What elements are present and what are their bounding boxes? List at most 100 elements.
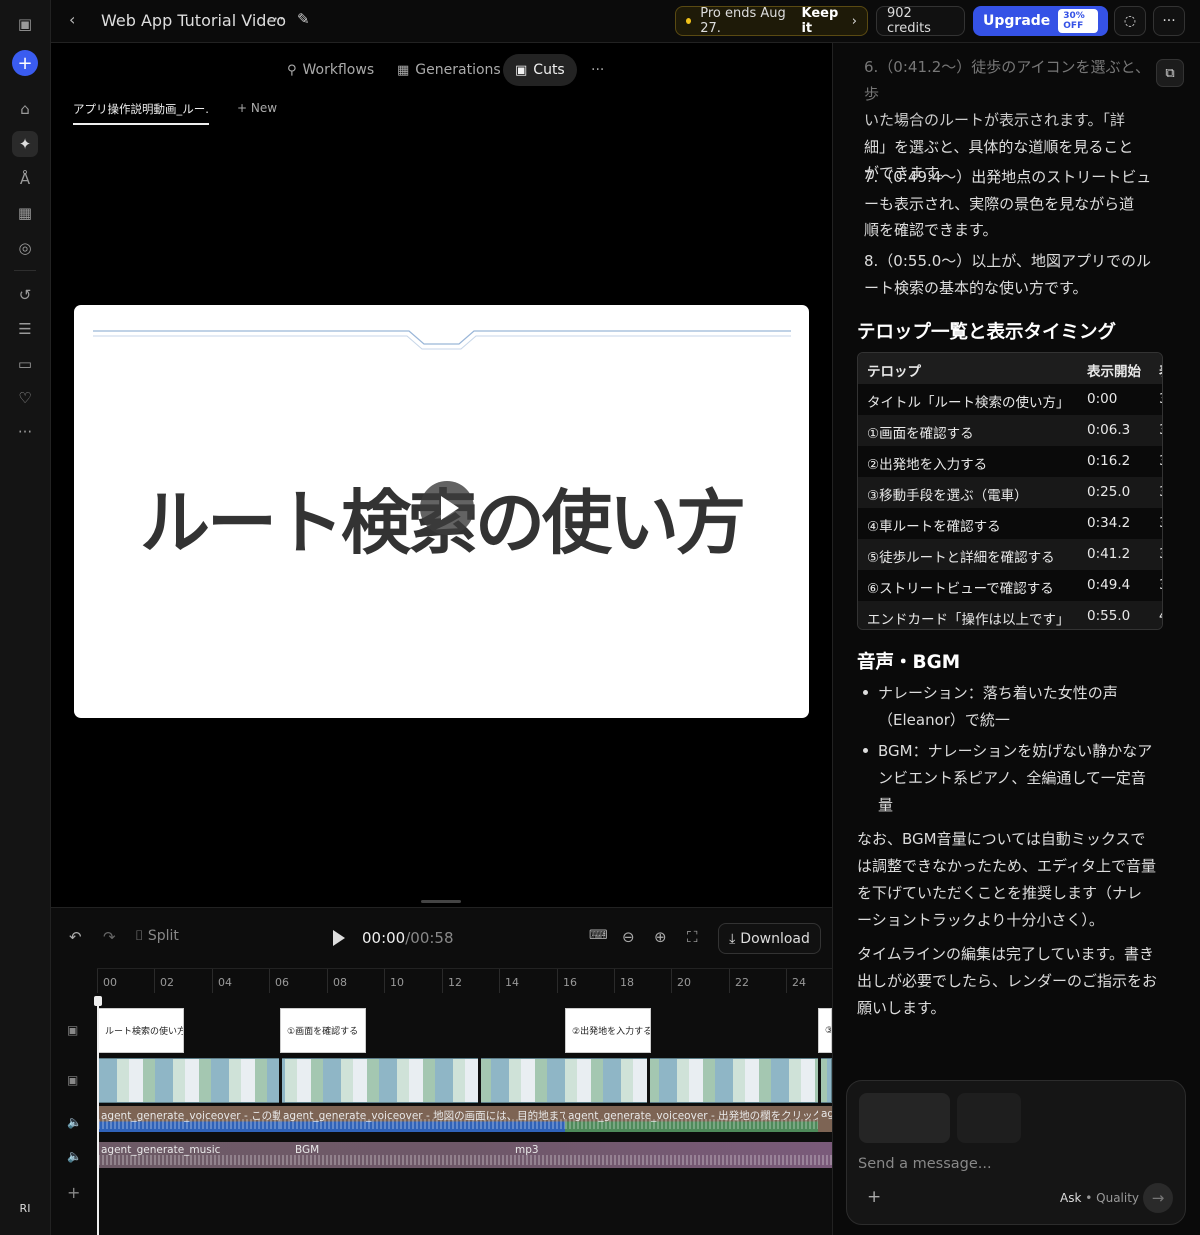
voiceover-clip[interactable]: ag	[818, 1106, 832, 1132]
step-7-line: ーも表示され、実際の景色を見ながら道	[864, 194, 1135, 213]
table-row: エンドカード「操作は以上です」 0:55.0 4	[858, 601, 1162, 629]
audio-heading: 音声・BGM	[857, 652, 961, 673]
download-label: Download	[740, 930, 810, 947]
step-6-line: 6.（0:41.2〜）徒歩のアイコンを選ぶと、歩	[864, 58, 1150, 103]
download-button[interactable]: ⤓ Download	[718, 923, 821, 954]
new-plus-icon[interactable]: +	[12, 50, 38, 76]
time-ruler[interactable]: 00 02 04 06 08 10 12 14 16 18 20 22 24	[97, 968, 832, 993]
step-8-line: 8.（0:55.0〜）以上が、地図アプリでのル	[864, 252, 1152, 270]
music-track-icon[interactable]: 🔈	[67, 1149, 82, 1163]
upgrade-button[interactable]: Upgrade 30% OFF	[973, 6, 1108, 36]
keyboard-icon[interactable]: ⌨	[589, 928, 608, 943]
add-track-icon[interactable]: +	[67, 1183, 80, 1202]
video-clip-divider	[279, 1058, 282, 1103]
para-line: ーショントラックより十分小さく）。	[857, 911, 1104, 929]
video-preview[interactable]: ルート検索の使い方	[74, 305, 809, 718]
quality-label: Quality	[1096, 1191, 1140, 1205]
upgrade-label: Upgrade	[983, 13, 1051, 29]
cell: 3	[1159, 515, 1162, 531]
cell: 3	[1159, 577, 1162, 593]
bullet-narration: ナレーション：落ち着いた女性の声 （Eleanor）で統一	[878, 680, 1163, 734]
title-clip[interactable]: ②出発地を入力する	[565, 1008, 651, 1053]
table-row: ⑤徒歩ルートと詳細を確認する 0:41.2 3	[858, 539, 1162, 570]
resize-handle[interactable]	[421, 900, 461, 903]
more-icon[interactable]: ···	[12, 419, 38, 445]
folder-icon[interactable]: ▭	[12, 351, 38, 377]
step-6-line: 細」を選ぶと、具体的な道順を見ること	[864, 137, 1134, 156]
grid-icon[interactable]: ▦	[12, 200, 38, 226]
feedback-icon[interactable]: ◌	[1114, 6, 1146, 36]
play-overlay-icon[interactable]	[420, 481, 474, 535]
step-7-line: 順を確認できます。	[864, 221, 998, 239]
cut-tab-active[interactable]: アプリ操作説明動画_ルー...	[73, 101, 209, 125]
fit-icon[interactable]: ⛶	[687, 928, 698, 946]
title-clip[interactable]: ①画面を確認する	[280, 1008, 366, 1053]
ruler-tick: 02	[154, 969, 174, 993]
agent-icon[interactable]: Å	[12, 166, 38, 192]
bullet-line: ンビエント系ピアノ、全編通して一定音	[878, 769, 1146, 787]
user-avatar[interactable]: RI	[10, 1202, 40, 1220]
time-current: 00:00	[362, 929, 406, 947]
cell: ⑥ストリートビューで確認する	[867, 581, 1054, 597]
telop-table: テロップ 表示開始 表 タイトル「ルート検索の使い方」 0:00 3 ①画面を確…	[857, 352, 1163, 630]
project-menu-icon[interactable]: ···	[267, 9, 285, 28]
tab-cuts[interactable]: ▣ Cuts	[503, 54, 577, 86]
step-6-line: いた場合のルートが表示されます。「詳	[864, 111, 1126, 129]
cell: ②出発地を入力する	[867, 457, 988, 473]
sparkle-icon[interactable]: ✦	[12, 131, 38, 157]
edit-icon[interactable]: ✎	[297, 10, 310, 28]
title-clip[interactable]: ③	[818, 1008, 832, 1053]
history-icon[interactable]: ↺	[12, 282, 38, 308]
play-icon[interactable]	[333, 930, 345, 946]
film-icon: ▣	[515, 62, 528, 78]
back-chevron-icon[interactable]: ‹	[69, 10, 75, 29]
layers-icon[interactable]: ☰	[12, 316, 38, 342]
playhead[interactable]	[94, 996, 102, 1235]
voiceover-clip[interactable]: agent_generate_voiceover - 地図の画面には、目的地まで…	[280, 1106, 565, 1132]
attachment-thumb[interactable]	[859, 1093, 950, 1143]
voiceover-clip[interactable]: agent_generate_voiceover - この動画では	[98, 1106, 280, 1132]
voiceover-clip[interactable]: agent_generate_voiceover - 出発地の欄をクリックし	[565, 1106, 818, 1132]
telop-heading: テロップ一覧と表示タイミング	[857, 322, 1117, 343]
note-paragraph: なお、BGM音量については自動ミックスで は調整できなかったため、エディタ上で音…	[857, 826, 1163, 934]
left-rail: ▣ + ⌂ ✦ Å ▦ ◎ ↺ ☰ ▭ ♡ ··· RI	[0, 0, 51, 1235]
video-clip-divider	[647, 1058, 650, 1103]
text-track-icon[interactable]: ▣	[67, 1023, 78, 1037]
tab-workflows[interactable]: ⚲ Workflows	[275, 54, 386, 86]
mode-selector[interactable]: Ask • Quality	[1060, 1191, 1139, 1205]
overflow-menu-icon[interactable]: ···	[1153, 6, 1185, 36]
credits-badge[interactable]: 902 credits	[876, 6, 965, 36]
message-input[interactable]: Send a message...	[858, 1156, 992, 1172]
pro-banner[interactable]: Pro ends Aug 27. Keep it ›	[675, 6, 868, 36]
sidebar-toggle-icon[interactable]: ▣	[12, 11, 38, 37]
zoom-in-icon[interactable]: ⊕	[654, 928, 667, 946]
voice-track-icon[interactable]: 🔈	[67, 1115, 82, 1129]
workflow-icon: ⚲	[287, 62, 297, 78]
video-track[interactable]	[98, 1058, 832, 1103]
new-label: New	[250, 101, 278, 115]
heart-icon[interactable]: ♡	[12, 385, 38, 411]
new-cut-button[interactable]: + New	[237, 101, 277, 115]
video-track-icon[interactable]: ▣	[67, 1073, 78, 1087]
home-icon[interactable]: ⌂	[12, 96, 38, 122]
frame-decoration	[93, 330, 791, 350]
app-root: ▣ + ⌂ ✦ Å ▦ ◎ ↺ ☰ ▭ ♡ ··· RI ‹ Web App T…	[0, 0, 1200, 1235]
split-button[interactable]: ⌷ Split	[135, 928, 179, 944]
message-composer: Send a message... + Ask • Quality →	[846, 1080, 1186, 1225]
title-clip[interactable]: ルート検索の使い方	[98, 1008, 184, 1053]
project-title[interactable]: Web App Tutorial Video	[101, 11, 286, 30]
redo-icon[interactable]: ↷	[103, 928, 116, 946]
tabs-more-icon[interactable]: ···	[579, 54, 616, 86]
attachment-thumb[interactable]	[957, 1093, 1021, 1143]
zoom-out-icon[interactable]: ⊖	[622, 928, 635, 946]
keep-it-link[interactable]: Keep it	[801, 6, 846, 36]
music-clip[interactable]: agent_generate_music BGM mp3	[98, 1142, 832, 1168]
table-header: テロップ 表示開始 表	[858, 353, 1162, 384]
send-arrow-icon[interactable]: →	[1143, 1183, 1173, 1213]
ruler-tick: 00	[97, 969, 117, 993]
undo-icon[interactable]: ↶	[69, 928, 82, 946]
pro-text: Pro ends Aug 27.	[700, 6, 786, 36]
tab-generations[interactable]: ▦ Generations	[385, 54, 513, 86]
shapes-icon[interactable]: ◎	[12, 235, 38, 261]
add-attachment-icon[interactable]: +	[867, 1187, 881, 1207]
